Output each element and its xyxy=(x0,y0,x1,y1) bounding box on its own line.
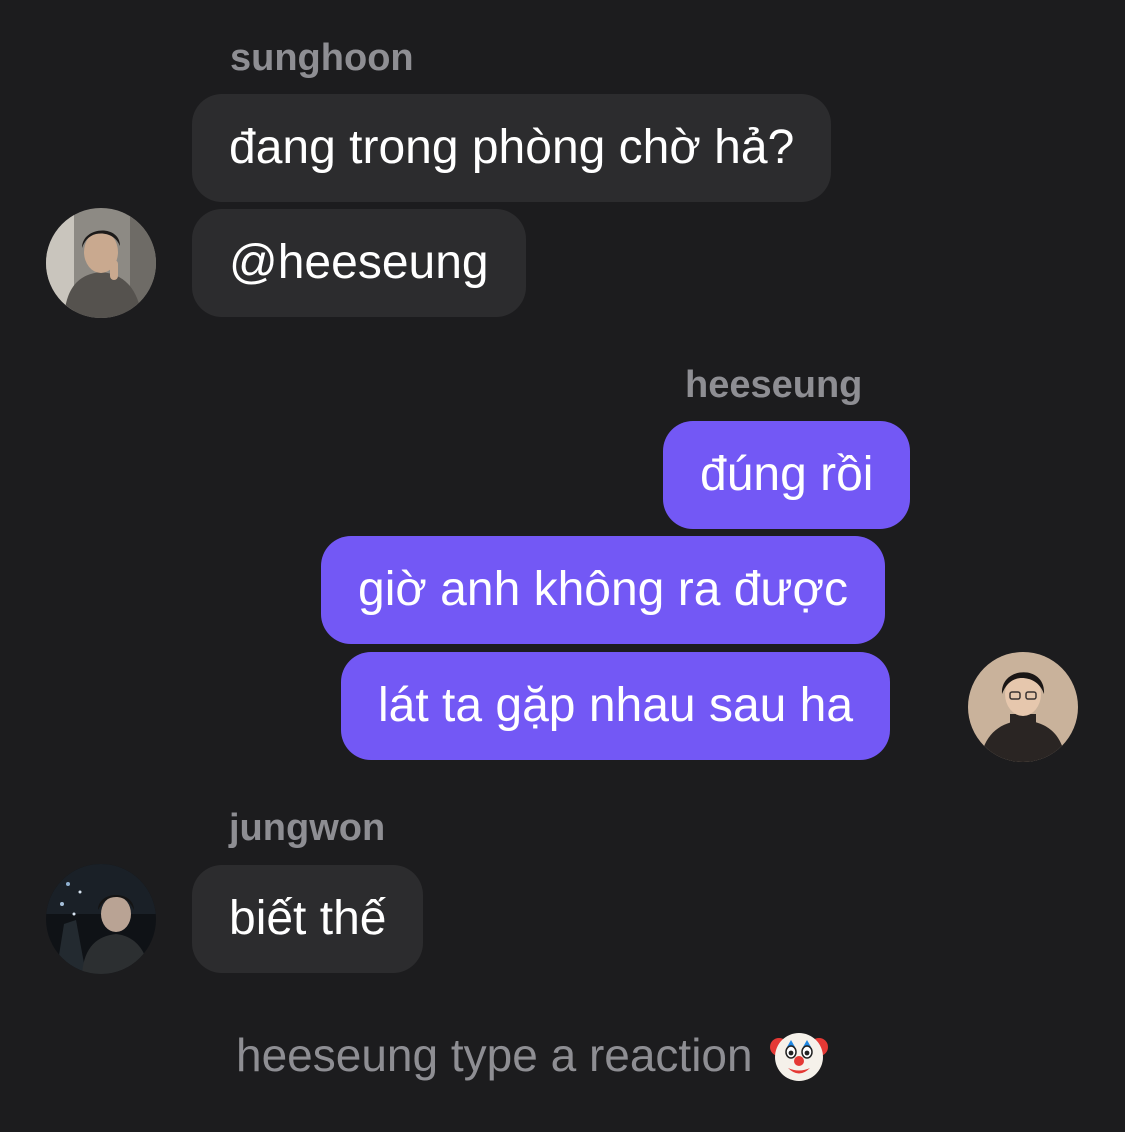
message-text: đúng rồi xyxy=(700,448,874,501)
heeseung-avatar[interactable] xyxy=(968,652,1078,762)
message-bubble[interactable]: lát ta gặp nhau sau ha xyxy=(341,652,891,760)
sender-name-jungwon: jungwon xyxy=(229,807,386,849)
message-text: giờ anh không ra được xyxy=(358,563,849,616)
reaction-prompt: heeseung type a reaction xyxy=(236,1024,829,1086)
sunghoon-avatar[interactable] xyxy=(46,208,156,318)
clown-face-emoji-icon xyxy=(769,1025,829,1085)
jungwon-avatar[interactable] xyxy=(46,864,156,974)
message-bubble[interactable]: đúng rồi xyxy=(663,421,911,529)
message-bubble[interactable]: giờ anh không ra được xyxy=(321,536,886,644)
message-bubble[interactable]: đang trong phòng chờ hả? xyxy=(192,94,832,202)
reaction-prompt-text: heeseung type a reaction xyxy=(236,1029,753,1081)
message-text: biết thế xyxy=(229,892,387,945)
sender-name-heeseung: heeseung xyxy=(685,364,863,406)
message-text: lát ta gặp nhau sau ha xyxy=(378,679,854,732)
message-text: @heeseung xyxy=(229,236,489,289)
message-bubble[interactable]: @heeseung xyxy=(192,209,526,317)
sender-name-sunghoon: sunghoon xyxy=(230,37,414,79)
message-bubble[interactable]: biết thế xyxy=(192,865,424,973)
message-text: đang trong phòng chờ hả? xyxy=(229,121,795,174)
